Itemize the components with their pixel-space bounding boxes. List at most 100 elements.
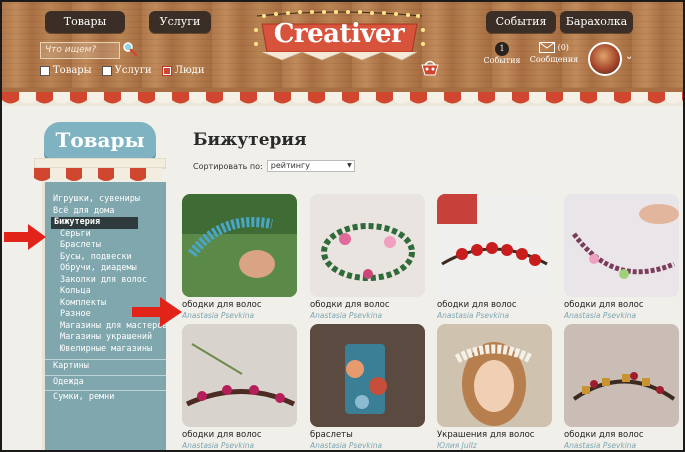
nav-products-button[interactable]: Товары — [45, 11, 125, 33]
nav-fleamarket-button[interactable]: Барахолка — [560, 11, 633, 33]
checkbox-icon[interactable] — [40, 65, 50, 76]
bunting-flag — [682, 92, 683, 101]
sidebar-item[interactable]: Всё для дома — [45, 206, 166, 218]
bunting-flag — [36, 92, 53, 104]
messages-counter[interactable]: (0) Сообщения — [528, 42, 580, 64]
product-author[interactable]: Юлия Jullz — [437, 441, 552, 450]
sidebar-item[interactable]: Сумки, ремни — [45, 390, 166, 402]
bunting-flag — [529, 92, 546, 104]
product-card[interactable]: Украшения для волос Юлия Jullz — [437, 324, 552, 450]
sidebar-title: Товары — [44, 122, 156, 158]
events-count-badge: 1 — [495, 42, 509, 56]
bunting-flag — [478, 92, 495, 104]
nav-events-button[interactable]: События — [486, 11, 556, 33]
product-author[interactable]: Anastasia Psevkina — [437, 311, 552, 321]
avatar[interactable] — [588, 42, 622, 76]
product-title[interactable]: браслеты — [310, 430, 425, 441]
chevron-down-icon[interactable]: ⌄ — [625, 51, 633, 62]
product-title[interactable]: ободки для волос — [310, 300, 425, 311]
product-author[interactable]: Anastasia Psevkina — [310, 311, 425, 321]
checkbox-checked-icon[interactable] — [161, 65, 172, 76]
product-author[interactable]: Anastasia Psevkina — [564, 441, 679, 450]
page-title: Бижутерия — [193, 130, 307, 150]
sidebar-item[interactable]: Картины — [45, 359, 166, 371]
sidebar-item[interactable]: Обручи, диадемы — [45, 263, 166, 275]
bunting-flag — [189, 92, 206, 104]
sidebar-item[interactable]: Бижутерия — [51, 217, 138, 229]
search-icon[interactable] — [122, 41, 138, 57]
bunting-flag — [495, 92, 512, 104]
product-author[interactable]: Anastasia Psevkina — [182, 441, 297, 450]
bunting-flag — [206, 92, 223, 104]
bunting-flag — [325, 92, 342, 104]
filter-people[interactable]: Люди — [161, 65, 205, 76]
filter-products[interactable]: Товары — [40, 65, 92, 76]
product-title[interactable]: ободки для волос — [437, 300, 552, 311]
bunting-flag — [155, 92, 172, 104]
sidebar-awning — [34, 158, 166, 181]
sidebar-item[interactable]: Браслеты — [45, 240, 166, 252]
red-arrow-icon — [132, 297, 182, 327]
product-title[interactable]: ободки для волос — [182, 430, 297, 441]
sort-label: Сортировать по: — [193, 161, 263, 171]
product-author[interactable]: Anastasia Psevkina — [310, 441, 425, 450]
product-card[interactable]: ободки для волос Anastasia Psevkina — [182, 194, 297, 321]
nav-services-button[interactable]: Услуги — [149, 11, 211, 33]
bunting-flag — [308, 92, 325, 104]
sort-select[interactable]: рейтингу — [266, 160, 355, 172]
product-title[interactable]: ободки для волос — [182, 300, 297, 311]
bunting-flag — [359, 92, 376, 104]
sidebar-item[interactable]: Заколки для волос — [45, 275, 166, 287]
bunting-flag — [410, 92, 427, 104]
sidebar-item[interactable]: Ювелирные магазины — [45, 344, 166, 356]
basket-icon — [421, 60, 439, 76]
bunting-flag — [342, 92, 359, 104]
bunting-flag — [563, 92, 580, 104]
bunting-flag — [121, 92, 138, 104]
sidebar-item[interactable]: Игрушки, сувениры — [45, 194, 166, 206]
product-author[interactable]: Anastasia Psevkina — [182, 311, 297, 321]
bunting-flag — [444, 92, 461, 104]
product-image[interactable] — [310, 194, 425, 297]
bunting-flag — [172, 92, 189, 104]
search-input[interactable]: Что ищем? — [40, 42, 120, 59]
sidebar-item[interactable]: Магазины украшений — [45, 332, 166, 344]
product-card[interactable]: ободки для волос Anastasia Psevkina — [310, 194, 425, 321]
red-arrow-icon — [4, 224, 46, 250]
product-image[interactable] — [564, 324, 679, 427]
product-card[interactable]: ободки для волос Anastasia Psevkina — [437, 194, 552, 321]
product-title[interactable]: ободки для волос — [564, 300, 679, 311]
bunting-flag — [104, 92, 121, 104]
bunting-flag — [461, 92, 478, 104]
product-image[interactable] — [182, 194, 297, 297]
logo[interactable]: Creativer — [264, 19, 414, 49]
product-image[interactable] — [564, 194, 679, 297]
sidebar-item[interactable]: Одежда — [45, 374, 166, 386]
events-counter[interactable]: 1 События — [482, 42, 522, 65]
checkbox-icon[interactable] — [101, 65, 112, 76]
product-card[interactable]: ободки для волос Anastasia Psevkina — [564, 194, 679, 321]
bunting-flag — [393, 92, 410, 104]
product-title[interactable]: ободки для волос — [564, 430, 679, 441]
product-image[interactable] — [437, 194, 552, 297]
bunting-flag — [274, 92, 291, 104]
bunting-flag — [223, 92, 240, 104]
bunting-decoration — [2, 88, 683, 106]
bunting-flag — [546, 92, 563, 104]
product-image[interactable] — [437, 324, 552, 427]
product-card[interactable]: ободки для волос Anastasia Psevkina — [564, 324, 679, 450]
sort-control: Сортировать по: рейтингу — [193, 160, 355, 172]
filter-services[interactable]: Услуги — [101, 65, 152, 76]
product-image[interactable] — [182, 324, 297, 427]
sidebar-item[interactable]: Бусы, подвески — [45, 252, 166, 264]
page: Товары Услуги События Барахолка Что ищем… — [0, 0, 685, 452]
product-image[interactable] — [310, 324, 425, 427]
sidebar-item[interactable]: Кольца — [45, 286, 166, 298]
bunting-flag — [427, 92, 444, 104]
sidebar-item[interactable]: Серьги — [45, 229, 166, 241]
product-author[interactable]: Anastasia Psevkina — [564, 311, 679, 321]
bunting-flag — [53, 92, 70, 104]
product-title[interactable]: Украшения для волос — [437, 430, 552, 441]
product-card[interactable]: ободки для волос Anastasia Psevkina — [182, 324, 297, 450]
product-card[interactable]: браслеты Anastasia Psevkina — [310, 324, 425, 450]
